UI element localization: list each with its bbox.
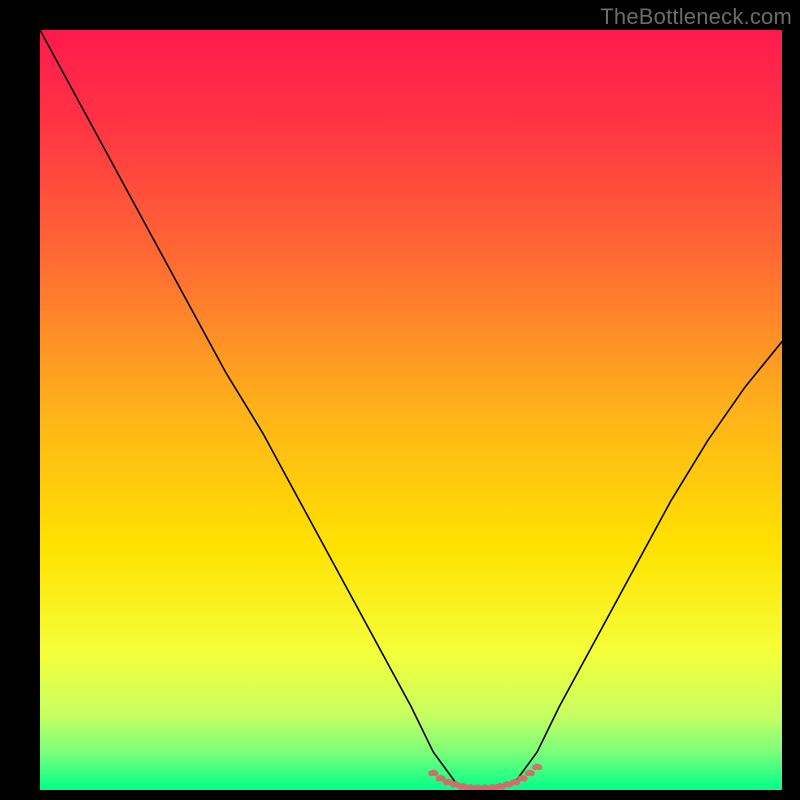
valley-dot — [522, 776, 528, 782]
chart-frame: TheBottleneck.com — [0, 0, 800, 800]
valley-dot — [529, 770, 535, 776]
gradient-background — [40, 30, 782, 790]
valley-dot — [536, 764, 542, 770]
valley-dot — [433, 770, 439, 776]
chart-svg — [40, 30, 782, 790]
plot-area — [40, 30, 782, 790]
watermark-text: TheBottleneck.com — [600, 4, 792, 30]
